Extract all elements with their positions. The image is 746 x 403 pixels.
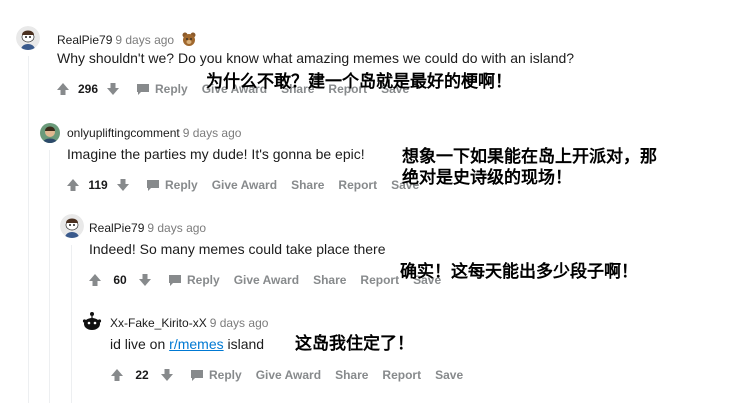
avatar[interactable]: [60, 214, 84, 238]
caption-3: 确实！这每天能出多少段子啊！: [400, 262, 638, 282]
username[interactable]: Xx-Fake_Kirito-xX: [110, 316, 207, 330]
comment-body: id live on r/memes island: [110, 336, 264, 352]
upvote-icon[interactable]: [110, 368, 124, 382]
report-button[interactable]: Report: [360, 273, 399, 287]
comment-actions: 119 Reply Give Award Share Report Save: [66, 178, 419, 192]
vote-score: 60: [113, 273, 127, 287]
upvote-icon[interactable]: [56, 82, 70, 96]
downvote-icon[interactable]: [138, 273, 152, 287]
upvote-icon[interactable]: [66, 178, 80, 192]
chat-bubble-icon: [169, 274, 181, 286]
bear-flair-icon: [182, 32, 196, 46]
thread-line-1[interactable]: [28, 56, 29, 403]
timestamp[interactable]: 9 days ago: [115, 33, 174, 47]
thread-line-2[interactable]: [49, 150, 50, 403]
comment-actions: 22 Reply Give Award Share Report Save: [110, 368, 463, 382]
comment-body: Imagine the parties my dude! It's gonna …: [67, 146, 365, 162]
give-award-button[interactable]: Give Award: [256, 368, 321, 382]
reply-label: Reply: [187, 273, 220, 287]
reply-button[interactable]: Reply: [190, 368, 242, 382]
reply-label: Reply: [155, 82, 188, 96]
subreddit-link[interactable]: r/memes: [169, 336, 223, 352]
comment-meta: RealPie79 9 days ago: [57, 31, 197, 47]
save-button[interactable]: Save: [435, 368, 463, 382]
avatar[interactable]: [40, 123, 60, 143]
timestamp[interactable]: 9 days ago: [147, 221, 206, 235]
downvote-icon[interactable]: [106, 82, 120, 96]
caption-4: 这岛我住定了！: [295, 334, 414, 354]
thread-line-3[interactable]: [71, 245, 72, 403]
give-award-button[interactable]: Give Award: [234, 273, 299, 287]
chat-bubble-icon: [137, 83, 149, 95]
body-text-pre: id live on: [110, 336, 170, 352]
snoo-avatar-icon: [16, 26, 40, 50]
body-text-post: island: [223, 336, 265, 352]
chat-bubble-icon: [191, 369, 203, 381]
share-button[interactable]: Share: [313, 273, 346, 287]
username[interactable]: RealPie79: [89, 221, 144, 235]
give-award-button[interactable]: Give Award: [212, 178, 277, 192]
comment-meta: Xx-Fake_Kirito-xX 9 days ago: [110, 316, 268, 330]
reply-button[interactable]: Reply: [146, 178, 198, 192]
downvote-icon[interactable]: [160, 368, 174, 382]
share-button[interactable]: Share: [335, 368, 368, 382]
snoo-default-avatar-icon: [82, 312, 102, 330]
comment-meta: RealPie79 9 days ago: [89, 221, 206, 235]
snoo-avatar-icon: [60, 214, 84, 238]
reply-label: Reply: [165, 178, 198, 192]
downvote-icon[interactable]: [116, 178, 130, 192]
caption-2-line-2: 绝对是史诗级的现场！: [402, 168, 572, 188]
share-button[interactable]: Share: [291, 178, 324, 192]
vote-score: 22: [135, 368, 149, 382]
reply-label: Reply: [209, 368, 242, 382]
caption-1: 为什么不敢？建一个岛就是最好的梗啊！: [206, 72, 512, 92]
vote-score: 119: [88, 178, 108, 192]
username[interactable]: onlyupliftingcomment: [67, 126, 180, 140]
username[interactable]: RealPie79: [57, 33, 112, 47]
comment-meta: onlyupliftingcomment 9 days ago: [67, 126, 241, 140]
reply-button[interactable]: Reply: [168, 273, 220, 287]
timestamp[interactable]: 9 days ago: [210, 316, 269, 330]
upvote-icon[interactable]: [88, 273, 102, 287]
comment-body: Indeed! So many memes could take place t…: [89, 241, 386, 257]
report-button[interactable]: Report: [382, 368, 421, 382]
comment-body: Why shouldn't we? Do you know what amazi…: [57, 50, 575, 66]
reply-button[interactable]: Reply: [136, 82, 188, 96]
timestamp[interactable]: 9 days ago: [183, 126, 242, 140]
avatar[interactable]: [16, 26, 40, 50]
avatar[interactable]: [81, 310, 103, 332]
comment-actions: 60 Reply Give Award Share Report Save: [88, 273, 441, 287]
profile-photo-icon: [40, 123, 60, 143]
chat-bubble-icon: [147, 179, 159, 191]
report-button[interactable]: Report: [338, 178, 377, 192]
vote-score: 296: [77, 82, 99, 96]
